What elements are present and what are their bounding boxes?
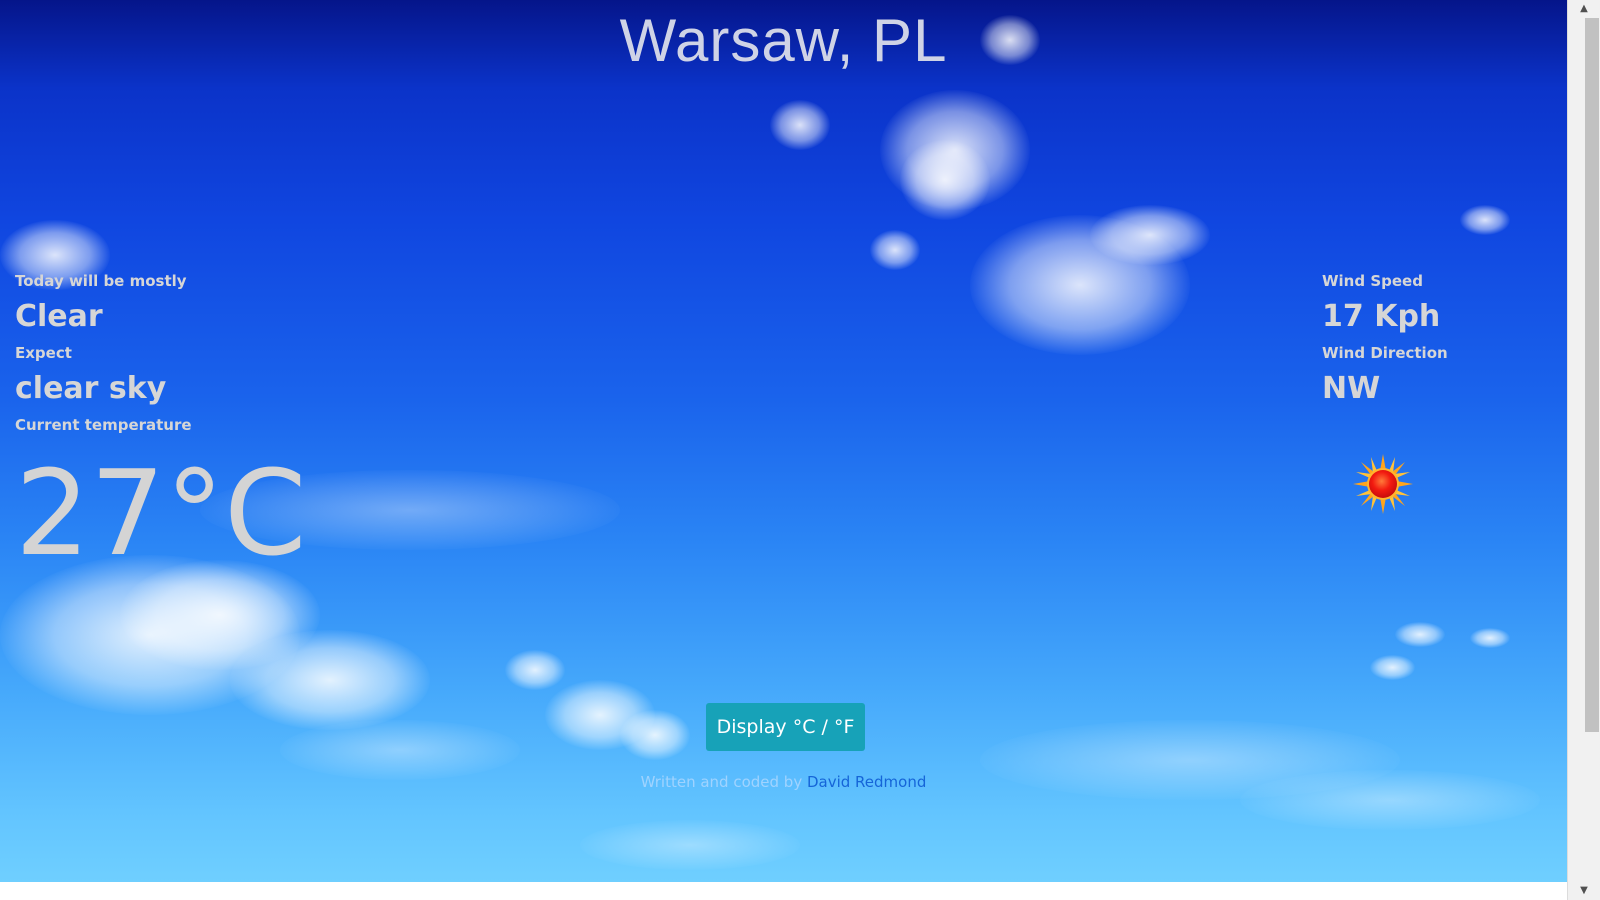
wind-panel: Wind Speed 17 Kph Wind Direction NW: [1322, 270, 1448, 414]
scroll-down-icon[interactable]: ▼: [1568, 882, 1600, 900]
wind-direction-value: NW: [1322, 371, 1381, 406]
wind-direction-label: Wind Direction: [1322, 344, 1448, 362]
scroll-up-icon[interactable]: ▲: [1568, 0, 1600, 18]
wind-speed-label: Wind Speed: [1322, 272, 1423, 290]
page-viewport: Warsaw, PL Today will be mostly Clear Ex…: [0, 0, 1567, 900]
temperature-label: Current temperature: [15, 416, 192, 434]
summary-value: Clear: [15, 299, 103, 334]
wind-speed-value: 17 Kph: [1322, 299, 1441, 334]
summary-label: Today will be mostly: [15, 272, 187, 290]
footer-credit: Written and coded by David Redmond: [0, 773, 1567, 791]
conditions-panel: Today will be mostly Clear Expect clear …: [15, 270, 307, 578]
expect-label: Expect: [15, 344, 72, 362]
expect-value: clear sky: [15, 371, 167, 406]
temperature-value: 27°C: [15, 444, 307, 582]
unit-toggle-button[interactable]: Display °C / °F: [706, 703, 865, 751]
credit-text: Written and coded by: [640, 773, 803, 791]
author-link[interactable]: David Redmond: [807, 773, 926, 791]
scroll-thumb[interactable]: [1585, 18, 1599, 732]
vertical-scrollbar[interactable]: ▲ ▼: [1567, 0, 1600, 900]
city-title: Warsaw, PL: [619, 7, 948, 74]
sun-icon: [1352, 453, 1414, 515]
